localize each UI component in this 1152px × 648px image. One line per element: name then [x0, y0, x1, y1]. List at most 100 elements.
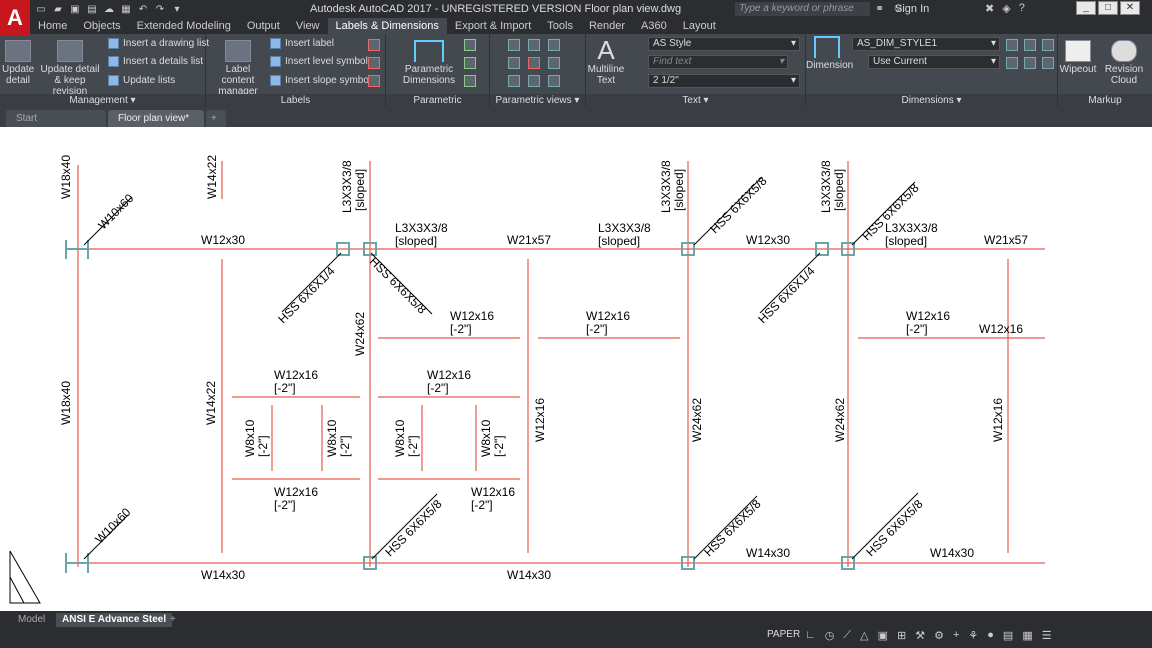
new-tab-button[interactable]: +: [206, 110, 226, 127]
label-w24x62-2[interactable]: W24x62: [690, 398, 704, 442]
print-icon[interactable]: ▦: [119, 2, 133, 16]
add-layout-button[interactable]: +: [164, 613, 182, 627]
label-tool-icon-2[interactable]: [368, 57, 380, 69]
view-icon-8[interactable]: [528, 75, 540, 87]
label-tool-icon-1[interactable]: [368, 39, 380, 51]
label-w14x30-4[interactable]: W14x30: [930, 547, 974, 559]
text-panel-label[interactable]: Text ▾: [586, 94, 805, 107]
find-text-input[interactable]: Find text: [648, 55, 788, 69]
label-w12x16-1[interactable]: W12x16: [450, 310, 494, 322]
label-w12x30-1[interactable]: W12x30: [201, 234, 245, 246]
binoculars-icon[interactable]: ⚭: [875, 2, 884, 15]
polar-icon[interactable]: ⟋: [843, 629, 851, 642]
param-dim-icon-1[interactable]: [464, 39, 476, 51]
doc-tab-floor-plan[interactable]: Floor plan view* ✕: [108, 110, 204, 141]
label-m2-w8-3[interactable]: [-2"]: [406, 435, 420, 457]
label-tool-icon-3[interactable]: [368, 75, 380, 87]
minimize-button[interactable]: _: [1076, 1, 1096, 15]
tab-a360[interactable]: A360: [633, 18, 675, 34]
grid-icon[interactable]: ◷: [825, 629, 835, 642]
tab-home[interactable]: Home: [30, 18, 75, 34]
osnap-icon[interactable]: △: [860, 629, 868, 642]
label-l3x3-v1[interactable]: L3X3X3/8: [340, 160, 354, 213]
label-m2-5[interactable]: [-2"]: [274, 382, 296, 394]
param-dim-icon-2[interactable]: [464, 57, 476, 69]
update-lists-button[interactable]: Update lists: [108, 75, 175, 86]
exchange-icon[interactable]: ✖: [985, 2, 994, 15]
label-w21x57-1[interactable]: W21x57: [507, 234, 551, 246]
label-l3x3-h3[interactable]: L3X3X3/8: [885, 222, 938, 234]
tab-objects[interactable]: Objects: [75, 18, 128, 34]
label-m2-3[interactable]: [-2"]: [906, 323, 928, 335]
view-icon-6[interactable]: [548, 57, 560, 69]
close-button[interactable]: ✕: [1120, 1, 1140, 15]
use-current-dropdown[interactable]: Use Current: [868, 55, 1000, 69]
new-icon[interactable]: ▭: [34, 2, 48, 16]
view-icon-9[interactable]: [548, 75, 560, 87]
save-icon[interactable]: ▣: [68, 2, 82, 16]
dimensions-panel-label[interactable]: Dimensions ▾: [806, 94, 1057, 107]
viewport-icon[interactable]: ⊞: [897, 629, 906, 642]
tab-model[interactable]: Model: [12, 613, 51, 627]
label-sloped-v2[interactable]: [sloped]: [672, 169, 686, 211]
multiline-text-button[interactable]: A Multiline Text: [586, 36, 626, 86]
isolate-icon[interactable]: ●: [987, 629, 994, 642]
label-sloped-v3[interactable]: [sloped]: [832, 169, 846, 211]
label-w12x16-8[interactable]: W12x16: [471, 486, 515, 498]
tab-tools[interactable]: Tools: [539, 18, 581, 34]
label-w8x10-2[interactable]: W8x10: [325, 420, 339, 457]
dimension-button[interactable]: Dimension: [806, 36, 853, 71]
label-w12x16-4[interactable]: W12x16: [979, 323, 1023, 335]
label-w14x30-3[interactable]: W14x30: [746, 547, 790, 559]
label-content-manager-button[interactable]: Label content manager: [208, 40, 268, 97]
label-m2-1[interactable]: [-2"]: [450, 323, 472, 335]
tab-view[interactable]: View: [288, 18, 328, 34]
search-input[interactable]: Type a keyword or phrase: [735, 2, 870, 16]
label-l3x3-h2[interactable]: L3X3X3/8: [598, 222, 651, 234]
label-sloped-h3[interactable]: [sloped]: [885, 235, 927, 247]
tab-render[interactable]: Render: [581, 18, 633, 34]
label-w12x16-6[interactable]: W12x16: [427, 369, 471, 381]
tab-export-import[interactable]: Export & Import: [447, 18, 539, 34]
label-w24x62-1[interactable]: W24x62: [353, 312, 367, 356]
label-m2-2[interactable]: [-2"]: [586, 323, 608, 335]
otrack-icon[interactable]: ▣: [878, 629, 888, 642]
dim-tool-icon-3[interactable]: [1042, 39, 1054, 51]
view-icon-2[interactable]: [528, 39, 540, 51]
text-height-dropdown[interactable]: 2 1/2": [648, 74, 800, 88]
label-w14x30-2[interactable]: W14x30: [507, 569, 551, 581]
label-w12x16-v2[interactable]: W12x16: [991, 398, 1005, 442]
label-w12x30-2[interactable]: W12x30: [746, 234, 790, 246]
paper-toggle[interactable]: PAPER: [767, 629, 800, 640]
label-m2-6[interactable]: [-2"]: [427, 382, 449, 394]
label-w14x22-top[interactable]: W14x22: [205, 155, 219, 199]
label-w18x40-top[interactable]: W18x40: [59, 155, 73, 199]
tab-layout-ansi[interactable]: ANSI E Advance Steel: [56, 613, 173, 627]
customize-icon[interactable]: ☰: [1042, 629, 1052, 642]
parametric-dimensions-button[interactable]: Parametric Dimensions: [394, 40, 464, 86]
insert-drawing-list-button[interactable]: Insert a drawing list: [108, 38, 209, 49]
revision-cloud-button[interactable]: Revision Cloud: [1102, 40, 1146, 86]
fullscreen-icon[interactable]: ▦: [1022, 629, 1032, 642]
doc-tab-start[interactable]: Start: [6, 110, 106, 127]
snap-icon[interactable]: ∟: [805, 629, 816, 642]
dim-tool-icon-6[interactable]: [1042, 57, 1054, 69]
view-icon-4[interactable]: [508, 57, 520, 69]
help-icon[interactable]: ?: [1019, 2, 1025, 15]
a360-icon[interactable]: ◈: [1002, 2, 1010, 15]
label-w8x10-4[interactable]: W8x10: [479, 420, 493, 457]
label-l3x3-v2[interactable]: L3X3X3/8: [659, 160, 673, 213]
dim-tool-icon-2[interactable]: [1024, 39, 1036, 51]
dim-tool-icon-5[interactable]: [1024, 57, 1036, 69]
hardware-icon[interactable]: ▤: [1003, 629, 1013, 642]
view-icon-3[interactable]: [548, 39, 560, 51]
drawing-canvas[interactable]: W18x40 W18x40 W10x60 W10x60 W14x22 W14x2…: [0, 127, 1152, 611]
view-icon-5[interactable]: [528, 57, 540, 69]
label-m2-w8-1[interactable]: [-2"]: [256, 435, 270, 457]
tab-extended-modeling[interactable]: Extended Modeling: [129, 18, 239, 34]
label-m2-w8-2[interactable]: [-2"]: [338, 435, 352, 457]
tab-layout[interactable]: Layout: [675, 18, 724, 34]
wipeout-button[interactable]: Wipeout: [1058, 40, 1098, 75]
tab-labels-dimensions[interactable]: Labels & Dimensions: [327, 18, 447, 34]
workspace-icon[interactable]: ⚙: [934, 629, 944, 642]
